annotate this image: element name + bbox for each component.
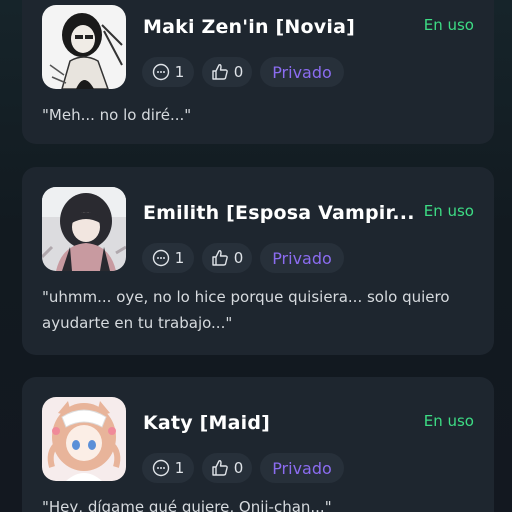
status-badge: En uso bbox=[423, 16, 474, 34]
comments-count-button[interactable]: 1 bbox=[142, 243, 194, 273]
thumbs-up-icon bbox=[212, 250, 228, 266]
character-card-maki[interactable]: Maki Zen'in [Novia] En uso 1 0 Privado "… bbox=[22, 0, 494, 144]
status-badge: En uso bbox=[423, 412, 474, 430]
character-greeting: "Hey, dígame qué quiere, Onii-chan..." bbox=[42, 498, 332, 512]
character-greeting: "uhmm... oye, no lo hice porque quisiera… bbox=[42, 288, 450, 332]
character-name: Emilith [Esposa Vampir... bbox=[143, 202, 415, 224]
status-badge: En uso bbox=[423, 202, 474, 220]
avatar-katy[interactable] bbox=[42, 397, 126, 481]
comments-count: 1 bbox=[174, 249, 185, 267]
visibility-badge: Privado bbox=[260, 453, 344, 483]
likes-count: 0 bbox=[233, 459, 244, 477]
character-name: Katy [Maid] bbox=[143, 412, 271, 434]
character-greeting: "Meh... no lo diré..." bbox=[42, 106, 192, 124]
comment-icon bbox=[152, 63, 169, 81]
character-card-katy[interactable]: Katy [Maid] En uso 1 0 Privado "Hey, díg… bbox=[22, 377, 494, 512]
comments-count: 1 bbox=[174, 63, 185, 81]
comments-count-button[interactable]: 1 bbox=[142, 57, 194, 87]
thumbs-up-icon bbox=[212, 64, 228, 80]
character-card-emilith[interactable]: Emilith [Esposa Vampir... En uso 1 0 Pri… bbox=[22, 167, 494, 355]
visibility-badge: Privado bbox=[260, 57, 344, 87]
comments-count: 1 bbox=[174, 459, 185, 477]
likes-count-button[interactable]: 0 bbox=[202, 243, 252, 273]
avatar-emilith[interactable] bbox=[42, 187, 126, 271]
thumbs-up-icon bbox=[212, 460, 228, 476]
likes-count: 0 bbox=[233, 249, 244, 267]
comment-icon bbox=[152, 459, 169, 477]
comments-count-button[interactable]: 1 bbox=[142, 453, 194, 483]
likes-count-button[interactable]: 0 bbox=[202, 453, 252, 483]
comment-icon bbox=[152, 249, 169, 267]
avatar-maki[interactable] bbox=[42, 5, 126, 89]
visibility-badge: Privado bbox=[260, 243, 344, 273]
likes-count-button[interactable]: 0 bbox=[202, 57, 252, 87]
likes-count: 0 bbox=[233, 63, 244, 81]
character-list: Maki Zen'in [Novia] En uso 1 0 Privado "… bbox=[0, 0, 512, 512]
character-name: Maki Zen'in [Novia] bbox=[143, 16, 355, 38]
